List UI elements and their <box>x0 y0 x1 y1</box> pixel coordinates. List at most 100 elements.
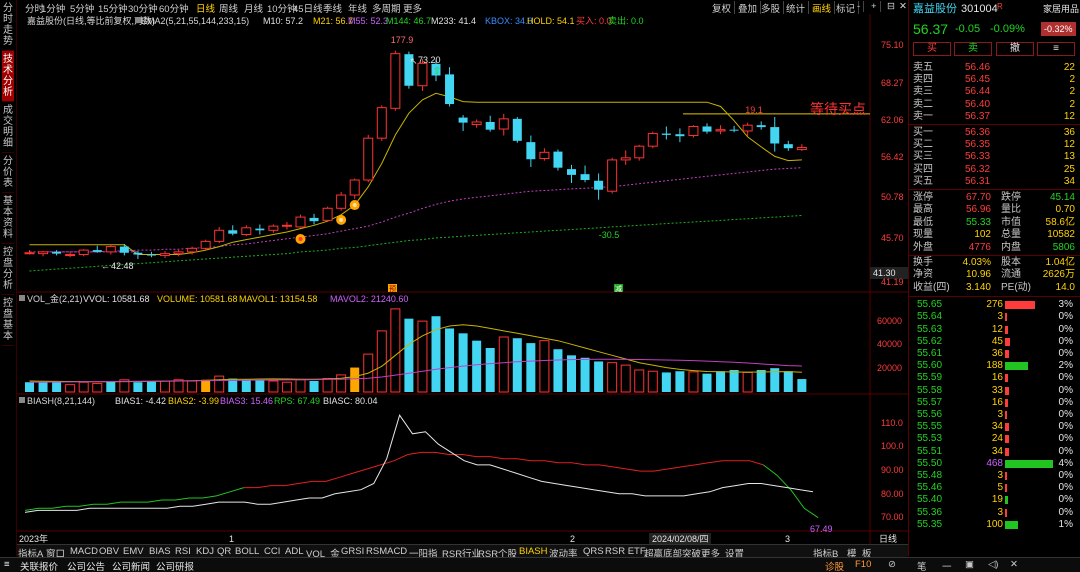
status-right-7[interactable]: ✕ <box>1010 559 1018 570</box>
period-tab-12[interactable]: 年线 <box>348 1 367 15</box>
stat-value-5-b: 1.04亿 <box>1045 257 1075 268</box>
period-tab-3[interactable]: 15分钟 <box>98 1 128 15</box>
period-tab-5[interactable]: 60分钟 <box>159 1 189 15</box>
candle-body <box>268 225 279 231</box>
dist-vol-18: 100 <box>986 518 1003 530</box>
status-right-4[interactable]: 一 <box>942 559 952 572</box>
action-btn-0[interactable]: 买 <box>913 42 951 56</box>
stat-value-6-b: 2626万 <box>1042 269 1075 281</box>
left-tab-4[interactable]: 基本资料 <box>2 193 14 244</box>
bottom-tab-6[interactable]: RSI <box>175 546 191 557</box>
bottom-tab-7[interactable]: KDJ <box>196 546 214 557</box>
action-btn-2[interactable]: 撤 <box>996 42 1034 56</box>
status-right-6[interactable]: ◁) <box>988 559 998 570</box>
stat-value-6-a: 10.96 <box>965 269 991 281</box>
bottom-tab-21[interactable]: RSR ETF <box>605 546 646 557</box>
candle-body <box>715 129 726 132</box>
action-btn-3[interactable]: ≡ <box>1037 42 1075 56</box>
period-tab-7[interactable]: 周线 <box>219 1 238 15</box>
status-item-1[interactable]: 公司公告 <box>67 559 105 572</box>
buy-price-4: 56.31 <box>965 175 991 187</box>
left-tab-2[interactable]: 成交明细 <box>2 102 14 153</box>
candle-body <box>376 107 387 139</box>
stock-badge: R <box>997 2 1003 11</box>
candle-body <box>742 124 753 132</box>
toolbar-btn-7[interactable]: + <box>868 1 881 12</box>
stat-value-0-a: 67.70 <box>965 192 991 203</box>
marker-zeng: 减 <box>615 284 622 293</box>
status-item-0[interactable]: 关联报价 <box>20 559 58 572</box>
bottom-tab-5[interactable]: BIAS <box>149 546 171 557</box>
buy-vol-1: 12 <box>1063 139 1075 151</box>
period-tab-6[interactable]: 日线 <box>196 1 215 15</box>
left-tab-6[interactable]: 控盘基本 <box>2 295 14 346</box>
bottom-tab-20[interactable]: QRS <box>583 546 604 557</box>
status-right-3[interactable]: 笔 <box>917 559 927 572</box>
dist-pct-17: 0% <box>1058 506 1073 518</box>
stat-label-6-a: 净资 <box>913 269 933 281</box>
toolbar-btn-3[interactable]: 统计 <box>783 1 810 15</box>
dist-pct-6: 0% <box>1058 372 1073 384</box>
volume-bar <box>25 382 34 392</box>
bias-axis-label-4: 70.00 <box>881 512 904 522</box>
bottom-tab-8[interactable]: QR <box>217 546 231 557</box>
dist-bar-7 <box>1005 386 1009 395</box>
left-tab-1[interactable]: 技术分析 <box>2 51 14 102</box>
period-tab-14[interactable]: 更多 <box>403 1 422 15</box>
status-right-2[interactable]: ⊘ <box>888 559 896 570</box>
bottom-tab-2[interactable]: MACD <box>70 546 98 557</box>
status-item-2[interactable]: 公司新闻 <box>112 559 150 572</box>
kline-chart[interactable]: VOL_金(2,21) VVOL: 10581.68 VOLUME: 10581.6… <box>17 14 908 544</box>
status-right-5[interactable]: ▣ <box>965 559 974 570</box>
toolbar-btn-2[interactable]: 多股 <box>758 1 785 15</box>
dist-price-12: 55.51 <box>917 445 943 457</box>
dist-pct-13: 4% <box>1058 457 1073 469</box>
status-item-3[interactable]: 公司研报 <box>156 559 194 572</box>
volume-bar <box>255 380 265 392</box>
period-tab-8[interactable]: 月线 <box>244 1 263 15</box>
status-right-0[interactable]: 诊股 <box>825 559 844 572</box>
dist-vol-12: 34 <box>991 445 1003 457</box>
status-right-1[interactable]: F10 <box>855 559 871 570</box>
period-tab-2[interactable]: 5分钟 <box>70 1 94 15</box>
left-low-label: 42.48 <box>111 261 134 271</box>
period-tab-13[interactable]: 多周期 <box>372 1 401 15</box>
bottom-tab-18[interactable]: BIASH <box>519 546 548 557</box>
status-menu-icon[interactable]: ≡ <box>4 559 10 570</box>
candle-body <box>580 174 590 181</box>
action-btn-1[interactable]: 卖 <box>954 42 992 56</box>
period-tab-11[interactable]: 季线 <box>323 1 342 15</box>
vol-legend-3: MAVOL1: 13154.58 <box>239 294 317 304</box>
candle-body <box>349 179 360 196</box>
toolbar-btn-0[interactable]: 复权 <box>709 1 736 15</box>
bottom-tab-4[interactable]: EMV <box>123 546 144 557</box>
bottom-tab-14[interactable]: RSMACD <box>366 546 407 557</box>
period-tab-10[interactable]: 45日线 <box>293 1 323 15</box>
period-tab-1[interactable]: 1分钟 <box>41 1 65 15</box>
stats-divider-2 <box>909 255 1080 256</box>
dist-bar-2 <box>1005 325 1008 334</box>
bottom-tab-10[interactable]: CCI <box>264 546 280 557</box>
signal-marker-dot <box>298 236 303 241</box>
period-tab-4[interactable]: 30分钟 <box>128 1 158 15</box>
date-m1: 1 <box>229 534 234 544</box>
volume-bar <box>146 381 156 392</box>
left-tab-3[interactable]: 分价表 <box>2 153 14 193</box>
toolbar-btn-4[interactable]: 画线 <box>809 1 836 15</box>
bottom-tab-11[interactable]: ADL <box>285 546 303 557</box>
dist-vol-14: 3 <box>997 470 1003 481</box>
left-tab-0[interactable]: 分时走势 <box>2 0 14 51</box>
bottom-tab-13[interactable]: GRSI <box>341 546 364 557</box>
bottom-tab-9[interactable]: BOLL <box>235 546 259 557</box>
volume-bar <box>350 367 360 392</box>
candle-body <box>796 147 807 151</box>
buy-level-3: 买四 56.32 25 <box>909 164 1080 176</box>
candle-body <box>78 249 89 256</box>
volume-bar <box>376 330 387 393</box>
dist-pct-12: 0% <box>1058 445 1073 457</box>
left-tab-5[interactable]: 控盘分析 <box>2 244 14 295</box>
candle-body <box>445 74 455 105</box>
toolbar-btn-6[interactable]: - <box>854 1 865 12</box>
bottom-tab-3[interactable]: OBV <box>99 546 119 557</box>
candle-body <box>675 134 685 137</box>
